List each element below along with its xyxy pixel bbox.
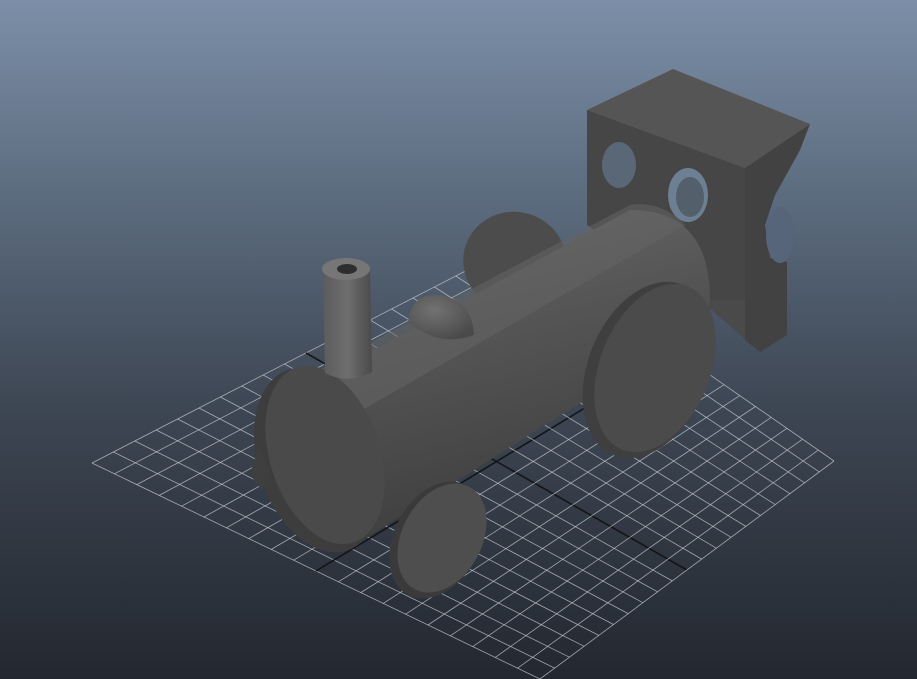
cab-window-left <box>602 142 636 188</box>
grid-line <box>539 460 835 679</box>
smokestack[interactable] <box>322 258 372 379</box>
scene-canvas[interactable] <box>0 0 917 679</box>
grid-line <box>472 427 788 647</box>
3d-viewport[interactable] <box>0 0 917 679</box>
grid-line <box>494 438 803 658</box>
